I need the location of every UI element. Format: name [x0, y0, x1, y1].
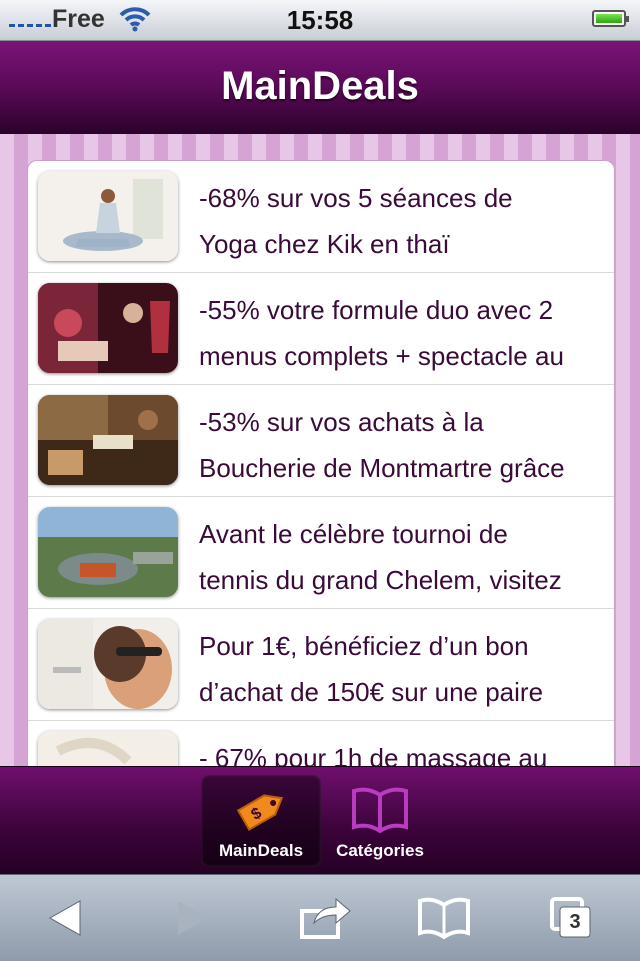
deal-title: -55% votre formule duo avec 2 menus compl…	[199, 295, 564, 371]
nav-header: MainDeals	[0, 41, 640, 134]
deal-item[interactable]: Pour 1€, bénéficiez d’un bon d’achat de 1…	[28, 609, 614, 721]
status-time: 15:58	[286, 5, 354, 35]
tab-maindeals[interactable]: $ MainDeals	[201, 775, 321, 867]
deal-thumbnail-tennis	[38, 507, 178, 597]
deal-thumbnail-massage	[38, 731, 178, 766]
deal-item[interactable]: -55% votre formule duo avec 2 menus compl…	[28, 273, 614, 385]
deal-item[interactable]: - 67% pour 1h de massage au	[28, 721, 614, 766]
tabs-count: 3	[569, 911, 581, 933]
deal-title: Pour 1€, bénéficiez d’un bon d’achat de 1…	[199, 631, 544, 707]
deals-content[interactable]: -68% sur vos 5 séances de Yoga chez Kik e…	[0, 134, 640, 766]
share-icon[interactable]	[294, 893, 354, 943]
deal-title: - 67% pour 1h de massage au	[199, 743, 548, 766]
forward-arrow-icon[interactable]	[162, 893, 222, 943]
deal-thumbnail-butcher	[38, 395, 178, 485]
price-tag-icon: $	[231, 781, 291, 839]
tabs-pages-icon[interactable]: 3	[544, 893, 604, 943]
deal-item[interactable]: Avant le célèbre tournoi de tennis du gra…	[28, 497, 614, 609]
status-bar: Free 15:58	[0, 0, 640, 41]
tab-label: MainDeals	[218, 841, 304, 860]
deal-item[interactable]: -53% sur vos achats à la Boucherie de Mon…	[28, 385, 614, 497]
deal-item[interactable]: -68% sur vos 5 séances de Yoga chez Kik e…	[28, 161, 614, 273]
back-arrow-icon[interactable]	[36, 893, 96, 943]
battery-icon	[592, 10, 629, 27]
deal-thumbnail-yoga	[38, 171, 178, 261]
deal-title: -68% sur vos 5 séances de Yoga chez Kik e…	[199, 183, 513, 259]
deal-thumbnail-optic	[38, 619, 178, 709]
tab-categories[interactable]: Catégories	[320, 775, 440, 867]
open-book-icon	[350, 781, 410, 839]
deals-list: -68% sur vos 5 séances de Yoga chez Kik e…	[27, 160, 615, 766]
deal-title: -53% sur vos achats à la Boucherie de Mon…	[199, 407, 565, 483]
tab-label: Catégories	[336, 841, 424, 860]
browser-toolbar: 3	[0, 874, 640, 961]
deal-title: Avant le célèbre tournoi de tennis du gra…	[199, 519, 562, 595]
page-title: MainDeals	[221, 64, 419, 108]
tab-bar: $ MainDeals Catégories	[0, 766, 640, 875]
bookmarks-icon[interactable]	[414, 893, 474, 943]
deal-thumbnail-dinner-show	[38, 283, 178, 373]
